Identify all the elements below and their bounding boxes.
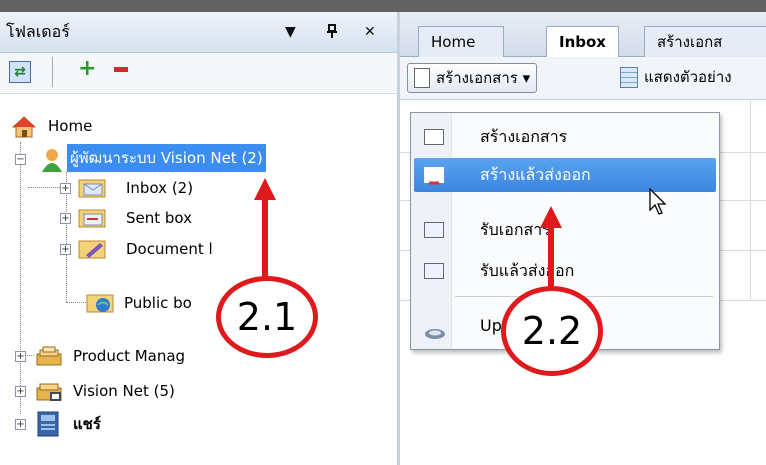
- tree-item-product[interactable]: + Product Manag: [15, 341, 245, 371]
- grid-line: [750, 100, 751, 300]
- folder-panel: โฟลเดอร์ ▼ ✕ ⇄ + Home − ผู้พัฒนาระบบ Vis…: [0, 12, 397, 465]
- preview-label: แสดงตัวอย่าง: [644, 68, 732, 86]
- tree-item-sent[interactable]: + Sent box: [60, 203, 260, 233]
- new-document-dropdown-button[interactable]: สร้างเอกสาร ▾: [407, 63, 538, 93]
- main-toolbar: สร้างเอกสาร ▾ แสดงตัวอย่าง: [400, 57, 766, 100]
- tree-line: [28, 187, 62, 188]
- pin-icon[interactable]: [326, 24, 338, 42]
- public-folder-icon: [86, 293, 114, 323]
- new-doc-icon: [424, 129, 444, 145]
- annotation-callout-2-1: 2.1: [216, 276, 318, 358]
- folder-tree: Home − ผู้พัฒนาระบบ Vision Net (2) + Inb…: [0, 93, 397, 465]
- document-icon: [414, 68, 430, 88]
- mouse-cursor-icon: [649, 188, 667, 215]
- panel-menu-icon[interactable]: ▼: [285, 24, 296, 40]
- new-document-label: สร้างเอกสาร ▾: [436, 69, 531, 87]
- expand-icon[interactable]: +: [60, 183, 71, 194]
- upload-icon: [424, 319, 446, 353]
- share-icon: [35, 411, 61, 447]
- collapse-icon[interactable]: −: [15, 154, 26, 165]
- shared-folder-icon: [35, 380, 63, 412]
- receive-send-icon: [424, 263, 444, 279]
- tree-item-inbox[interactable]: + Inbox (2): [60, 173, 260, 203]
- tab-inbox[interactable]: Inbox: [546, 26, 619, 58]
- refresh-icon[interactable]: ⇄: [9, 61, 31, 83]
- tree-line: [66, 302, 86, 303]
- tree-item-share[interactable]: + แชร์: [15, 409, 245, 439]
- add-folder-icon[interactable]: +: [78, 56, 96, 81]
- window-top-bar: [0, 0, 766, 12]
- folder-panel-title: โฟลเดอร์: [6, 22, 70, 41]
- new-send-icon: [424, 167, 444, 185]
- annotation-arrow-head: [540, 206, 562, 228]
- remove-folder-icon[interactable]: [114, 67, 128, 72]
- toolbar-separator: [52, 57, 53, 87]
- annotation-callout-2-2: 2.2: [501, 286, 603, 376]
- tree-line: [20, 142, 21, 414]
- receive-doc-icon: [424, 222, 444, 238]
- menu-item-receive-and-send[interactable]: รับแล้วส่งออก: [414, 254, 716, 288]
- expand-icon[interactable]: +: [15, 386, 26, 397]
- tree-item-user-label: ผู้พัฒนาระบบ Vision Net (2): [67, 144, 266, 172]
- expand-icon[interactable]: +: [15, 419, 26, 430]
- menu-item-new-and-send[interactable]: สร้างแล้วส่งออก: [414, 158, 716, 192]
- folder-panel-header: โฟลเดอร์ ▼ ✕: [0, 12, 397, 53]
- stack-folder-icon: [35, 346, 63, 376]
- tree-item-document[interactable]: + Document l: [60, 234, 260, 264]
- menu-item-receive-document[interactable]: รับเอกสาร: [414, 213, 716, 247]
- tree-item-vision-net[interactable]: + Vision Net (5): [15, 376, 245, 406]
- tree-item-home[interactable]: Home: [11, 111, 212, 141]
- tab-strip: Home Inbox สร้างเอกส: [400, 12, 766, 58]
- expand-icon[interactable]: +: [60, 244, 71, 255]
- expand-icon[interactable]: +: [60, 213, 71, 224]
- menu-item-new-document[interactable]: สร้างเอกสาร: [414, 120, 716, 154]
- preview-icon: [620, 67, 638, 88]
- tree-item-user[interactable]: − ผู้พัฒนาระบบ Vision Net (2): [15, 144, 365, 174]
- tab-home[interactable]: Home: [418, 26, 504, 57]
- expand-icon[interactable]: +: [15, 351, 26, 362]
- annotation-arrow-head: [254, 178, 276, 200]
- folder-toolbar: ⇄ +: [0, 53, 397, 94]
- close-icon[interactable]: ✕: [364, 24, 376, 40]
- preview-button[interactable]: แสดงตัวอย่าง: [616, 63, 732, 91]
- tab-create-document[interactable]: สร้างเอกส: [644, 26, 766, 57]
- document-folder-icon: [78, 239, 106, 269]
